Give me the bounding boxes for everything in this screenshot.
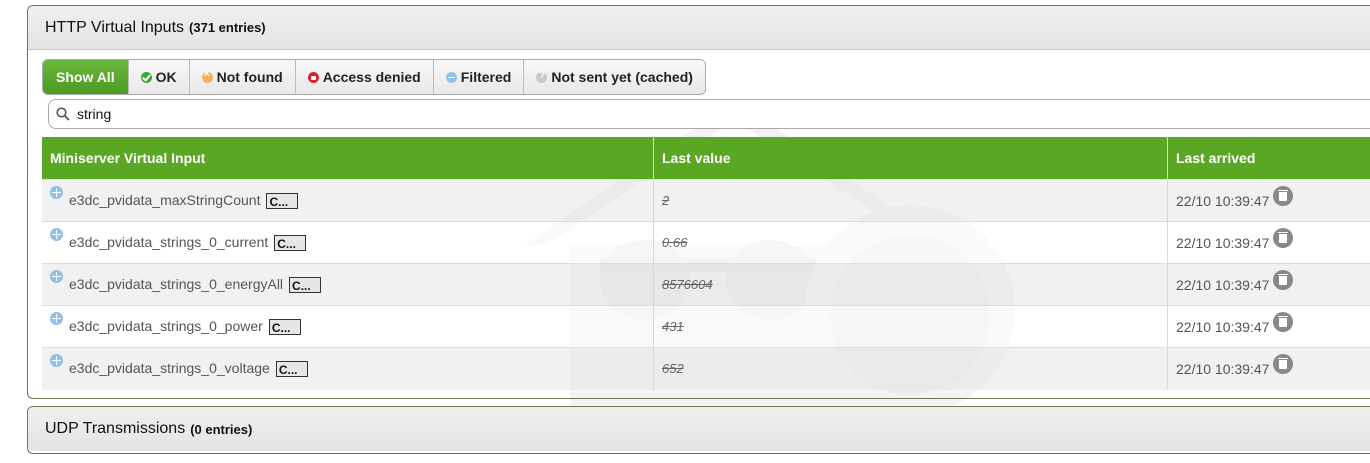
filtered-icon (50, 269, 63, 283)
lock-icon (307, 71, 319, 83)
last-arrived-cell: 22/10 10:39:47 (1167, 347, 1370, 390)
filter-bar: Show All OK Not found Access denied Filt… (42, 59, 706, 95)
last-value: 2 (653, 179, 1168, 222)
table-row: e3dc_pvidata_strings_0_voltage C... 652 2… (42, 347, 1370, 390)
filter-label: Not sent yet (cached) (551, 69, 693, 85)
column-header-input[interactable]: Miniserver Virtual Input (42, 137, 654, 180)
panel-title: UDP Transmissions (45, 420, 186, 437)
filter-label: Filtered (460, 69, 512, 85)
last-arrived-cell: 22/10 10:39:47 (1167, 179, 1370, 222)
udp-transmissions-panel: UDP Transmissions (0 entries) (27, 406, 1370, 454)
input-name-cell: e3dc_pvidata_maxStringCount C... (42, 179, 654, 222)
filtered-icon (50, 311, 63, 325)
input-name-cell: e3dc_pvidata_strings_0_current C... (42, 221, 654, 264)
panel-header[interactable]: UDP Transmissions (0 entries) (28, 407, 1370, 451)
search-icon (56, 107, 70, 121)
delete-icon[interactable] (1273, 311, 1294, 332)
search-input[interactable] (75, 105, 1279, 123)
input-name: e3dc_pvidata_strings_0_energyAll (69, 275, 284, 292)
column-header-last-value[interactable]: Last value (653, 137, 1168, 180)
input-name: e3dc_pvidata_maxStringCount (69, 191, 261, 208)
panel-title: HTTP Virtual Inputs (45, 18, 185, 36)
table-row: e3dc_pvidata_strings_0_power C... 431 22/… (42, 305, 1370, 348)
panel-header[interactable]: HTTP Virtual Inputs (371 entries) (28, 6, 1370, 50)
filter-icon (445, 71, 457, 83)
filter-not-found-button[interactable]: Not found (188, 60, 295, 94)
filter-filtered-button[interactable]: Filtered (432, 60, 524, 94)
table-row: e3dc_pvidata_maxStringCount C... 2 22/10 … (42, 179, 1370, 222)
filter-show-all-button[interactable]: Show All (43, 60, 128, 94)
filter-label: Show All (56, 69, 115, 85)
config-button[interactable]: C... (266, 193, 299, 210)
last-arrived-cell: 22/10 10:39:47 (1167, 263, 1370, 306)
column-header-last-arrived[interactable]: Last arrived (1167, 137, 1370, 180)
filtered-icon (50, 227, 63, 241)
input-name-cell: e3dc_pvidata_strings_0_voltage C... (42, 347, 654, 390)
filter-ok-button[interactable]: OK (127, 60, 189, 94)
delete-icon[interactable] (1273, 269, 1294, 290)
table-header-row: Miniserver Virtual Input Last value Last… (42, 137, 1370, 180)
filter-not-sent-button[interactable]: Not sent yet (cached) (523, 60, 705, 94)
entry-count: (371 entries) (189, 20, 266, 35)
filtered-icon (50, 185, 63, 199)
last-value: 652 (653, 347, 1168, 390)
config-button[interactable]: C... (275, 361, 308, 378)
table-row: e3dc_pvidata_strings_0_current C... 0.66 … (42, 221, 1370, 264)
not-found-icon (201, 68, 213, 83)
last-arrived-time: 22/10 10:39:47 (1176, 276, 1270, 293)
question-icon (536, 70, 548, 83)
virtual-inputs-table: Miniserver Virtual Input Last value Last… (42, 137, 1370, 390)
entry-count: (0 entries) (190, 421, 253, 437)
config-button[interactable]: C... (289, 277, 322, 294)
table-row: e3dc_pvidata_strings_0_energyAll C... 857… (42, 263, 1370, 306)
last-value: 8576604 (653, 263, 1168, 306)
http-virtual-inputs-panel: HTTP Virtual Inputs (371 entries) Show A… (27, 5, 1370, 399)
filter-label: OK (155, 69, 177, 85)
last-value: 431 (653, 305, 1168, 348)
last-value: 0.66 (653, 221, 1168, 264)
filter-label: Not found (216, 69, 283, 85)
input-name-cell: e3dc_pvidata_strings_0_power C... (42, 305, 654, 348)
last-arrived-cell: 22/10 10:39:47 (1167, 305, 1370, 348)
input-name: e3dc_pvidata_strings_0_power (69, 317, 263, 334)
filtered-icon (50, 354, 63, 368)
filter-access-denied-button[interactable]: Access denied (294, 60, 433, 94)
config-button[interactable]: C... (268, 319, 301, 336)
config-button[interactable]: C... (274, 235, 307, 252)
input-name-cell: e3dc_pvidata_strings_0_energyAll C... (42, 263, 654, 306)
filter-label: Access denied (322, 69, 421, 85)
check-circle-icon (140, 71, 152, 83)
last-arrived-time: 22/10 10:39:47 (1176, 318, 1270, 335)
delete-icon[interactable] (1273, 353, 1294, 374)
input-name: e3dc_pvidata_strings_0_current (69, 233, 269, 250)
input-name: e3dc_pvidata_strings_0_voltage (69, 360, 270, 377)
last-arrived-time: 22/10 10:39:47 (1176, 360, 1270, 377)
last-arrived-time: 22/10 10:39:47 (1176, 192, 1270, 209)
delete-icon[interactable] (1273, 185, 1294, 206)
last-arrived-time: 22/10 10:39:47 (1176, 234, 1270, 251)
last-arrived-cell: 22/10 10:39:47 (1167, 221, 1370, 264)
search-field (48, 99, 1370, 129)
delete-icon[interactable] (1273, 227, 1294, 248)
